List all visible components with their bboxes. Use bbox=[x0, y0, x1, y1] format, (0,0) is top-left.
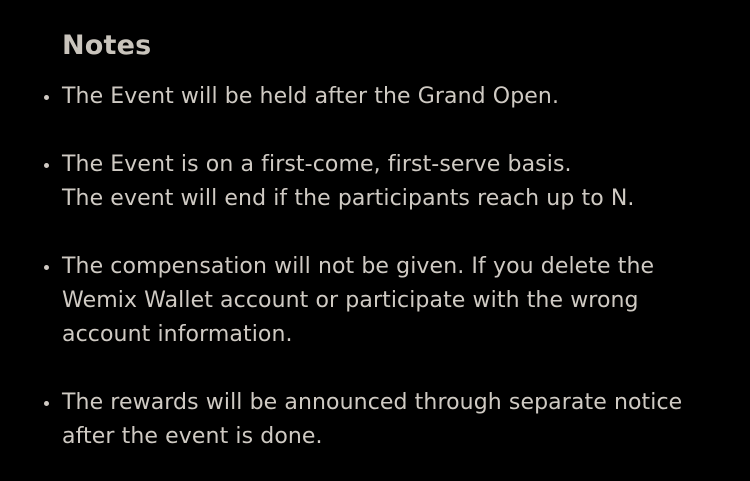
note-line: after the event is done. bbox=[62, 424, 323, 449]
bullet-icon bbox=[44, 265, 49, 270]
note-item: The Event is on a first-come, first-serv… bbox=[44, 148, 710, 216]
bullet-icon bbox=[44, 163, 49, 168]
note-line: Wemix Wallet account or participate with… bbox=[62, 288, 639, 313]
note-item: The rewards will be announced through se… bbox=[44, 386, 710, 454]
bullet-icon bbox=[44, 95, 49, 100]
note-line: account information. bbox=[62, 322, 293, 347]
note-item: The compensation will not be given. If y… bbox=[44, 250, 710, 352]
notes-panel: Notes The Event will be held after the G… bbox=[0, 0, 750, 481]
notes-title: Notes bbox=[62, 30, 152, 61]
note-line: The Event will be held after the Grand O… bbox=[62, 84, 560, 109]
note-item: The Event will be held after the Grand O… bbox=[44, 80, 710, 114]
notes-list: The Event will be held after the Grand O… bbox=[44, 80, 710, 454]
note-line: The event will end if the participants r… bbox=[62, 186, 635, 211]
note-line: The compensation will not be given. If y… bbox=[62, 254, 655, 279]
note-line: The rewards will be announced through se… bbox=[62, 390, 683, 415]
note-line: The Event is on a first-come, first-serv… bbox=[62, 152, 572, 177]
bullet-icon bbox=[44, 401, 49, 406]
